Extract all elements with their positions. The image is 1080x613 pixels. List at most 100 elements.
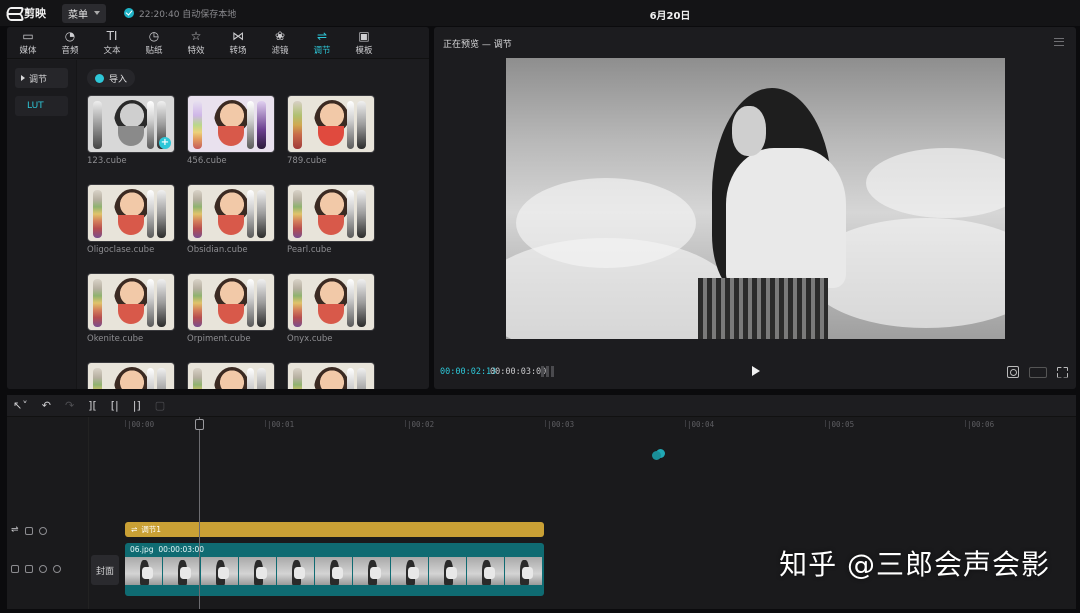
- project-title: 6月20日: [649, 11, 691, 22]
- tab-label: 贴纸: [145, 45, 163, 56]
- delete-icon[interactable]: ▢: [155, 400, 165, 411]
- cover-button[interactable]: 封面: [91, 555, 119, 585]
- waveform-icon[interactable]: [541, 366, 555, 377]
- tab-filter[interactable]: ❀ 滤镜: [259, 27, 301, 58]
- volume-icon[interactable]: [53, 565, 61, 573]
- save-status-text: 22:20:40 自动保存本地: [139, 9, 237, 20]
- video-track-icon: [11, 565, 19, 573]
- tab-label: 滤镜: [271, 45, 289, 56]
- preview-subject: [698, 88, 852, 339]
- lut-thumbnail: [187, 273, 275, 331]
- lut-thumbnail: [87, 184, 175, 242]
- lut-card[interactable]: [87, 362, 175, 389]
- import-button[interactable]: 导入: [87, 69, 136, 87]
- tab-label: 调节: [313, 45, 331, 56]
- aspect-ratio-icon[interactable]: [1029, 366, 1047, 378]
- lut-thumbnail: [287, 95, 375, 153]
- lut-name: Pearl.cube: [287, 245, 332, 255]
- lut-card[interactable]: Onyx.cube: [287, 273, 375, 344]
- lut-card[interactable]: Oligoclase.cube: [87, 184, 175, 255]
- redo-icon[interactable]: ↷: [65, 400, 74, 411]
- fullscreen-icon[interactable]: [1057, 366, 1068, 378]
- tab-template[interactable]: ▣ 模板: [343, 27, 385, 58]
- chevron-down-icon: [94, 11, 100, 15]
- ruler-tick: |00:05: [824, 420, 855, 429]
- split-icon[interactable]: ][: [88, 400, 97, 411]
- duration-timecode: 00:00:03:00: [490, 367, 547, 377]
- watermark: 知乎 @三郎会声会影: [779, 548, 1050, 581]
- lut-thumbnail: +: [87, 95, 175, 153]
- timeline-ruler[interactable]: |00:00 |00:01 |00:02 |00:03 |00:04 |00:0…: [89, 417, 1076, 433]
- eye-icon[interactable]: [38, 526, 47, 535]
- template-icon: ▣: [358, 28, 370, 43]
- menu-button[interactable]: 菜单: [62, 3, 106, 23]
- preview-canvas[interactable]: [506, 58, 1005, 339]
- adjust-clip-label: 调节1: [141, 525, 162, 534]
- sticker-icon: ◷: [148, 28, 160, 43]
- trim-left-icon[interactable]: [|: [111, 400, 119, 411]
- tab-label: 转场: [229, 45, 247, 56]
- lut-card[interactable]: 456.cube: [187, 95, 275, 166]
- app-logo: 剪映: [6, 5, 46, 21]
- ruler-tick: |00:04: [684, 420, 715, 429]
- video-clip[interactable]: 06.jpg 00:00:03:00: [125, 543, 544, 596]
- title-bar: 剪映 菜单 22:20:40 自动保存本地 6月20日: [0, 0, 1080, 26]
- lut-card[interactable]: Orpiment.cube: [187, 273, 275, 344]
- add-icon[interactable]: +: [159, 137, 171, 149]
- preview-title: 正在预览 — 调节: [443, 40, 512, 50]
- lut-name: 123.cube: [87, 156, 127, 166]
- lock-icon[interactable]: [24, 526, 33, 535]
- tab-label: 音频: [61, 45, 79, 56]
- tab-media[interactable]: ▭ 媒体: [7, 27, 49, 58]
- play-icon[interactable]: [752, 366, 760, 376]
- screenshot-icon[interactable]: [1007, 366, 1019, 378]
- tab-transition[interactable]: ⋈ 转场: [217, 27, 259, 58]
- ruler-tick: |00:02: [404, 420, 435, 429]
- lut-thumbnail: [187, 184, 275, 242]
- adjust-clip[interactable]: ⇌ 调节1: [125, 522, 544, 537]
- caret-right-icon: [21, 75, 25, 81]
- filter-icon: ❀: [274, 28, 286, 43]
- select-cursor-icon[interactable]: ↖˅: [13, 400, 28, 411]
- tab-effects[interactable]: ☆ 特效: [175, 27, 217, 58]
- lut-thumbnail: [187, 362, 275, 389]
- tab-sticker[interactable]: ◷ 贴纸: [133, 27, 175, 58]
- tab-adjust[interactable]: ⇌ 调节: [301, 27, 343, 58]
- eye-icon[interactable]: [39, 565, 47, 573]
- video-clip-name: 06.jpg: [130, 545, 154, 554]
- adjust-icon: ⇌: [131, 525, 138, 534]
- text-icon: TI: [106, 28, 118, 43]
- mouse-cursor-indicator: [652, 451, 661, 460]
- current-timecode: 00:00:02:13: [440, 367, 497, 377]
- side-nav-adjust[interactable]: 调节: [15, 68, 68, 88]
- lut-name: Onyx.cube: [287, 334, 333, 344]
- trim-right-icon[interactable]: |]: [133, 400, 141, 411]
- lut-name: Orpiment.cube: [187, 334, 251, 344]
- ruler-tick: |00:03: [544, 420, 575, 429]
- lut-card[interactable]: [287, 362, 375, 389]
- tab-text[interactable]: TI 文本: [91, 27, 133, 58]
- import-label: 导入: [109, 74, 128, 85]
- undo-icon[interactable]: ↶: [42, 400, 51, 411]
- lut-card[interactable]: [187, 362, 275, 389]
- playhead[interactable]: [195, 417, 204, 609]
- menu-icon[interactable]: [1054, 38, 1064, 46]
- lut-card[interactable]: + 123.cube: [87, 95, 175, 166]
- resource-toolbar: ▭ 媒体 ◔ 音频 TI 文本 ◷ 贴纸 ☆ 特效 ⋈ 转场 ❀ 滤镜 ⇌ 调节 ▣ 模板: [7, 27, 429, 59]
- tab-label: 媒体: [19, 45, 37, 56]
- lut-card[interactable]: Okenite.cube: [87, 273, 175, 344]
- video-clip-duration: 00:00:03:00: [158, 545, 205, 554]
- lock-icon[interactable]: [25, 565, 33, 573]
- timeline-toolbar: ↖˅ ↶ ↷ ][ [| |] ▢: [7, 395, 1076, 417]
- tab-audio[interactable]: ◔ 音频: [49, 27, 91, 58]
- media-icon: ▭: [22, 28, 34, 43]
- track-headers: ⇌: [7, 417, 89, 609]
- lut-card[interactable]: Pearl.cube: [287, 184, 375, 255]
- lut-thumbnail: [187, 95, 275, 153]
- preview-controls: [1007, 366, 1068, 378]
- lut-card[interactable]: Obsidian.cube: [187, 184, 275, 255]
- tab-label: 文本: [103, 45, 121, 56]
- lut-card[interactable]: 789.cube: [287, 95, 375, 166]
- side-nav-lut[interactable]: LUT: [15, 96, 68, 116]
- lut-name: 789.cube: [287, 156, 327, 166]
